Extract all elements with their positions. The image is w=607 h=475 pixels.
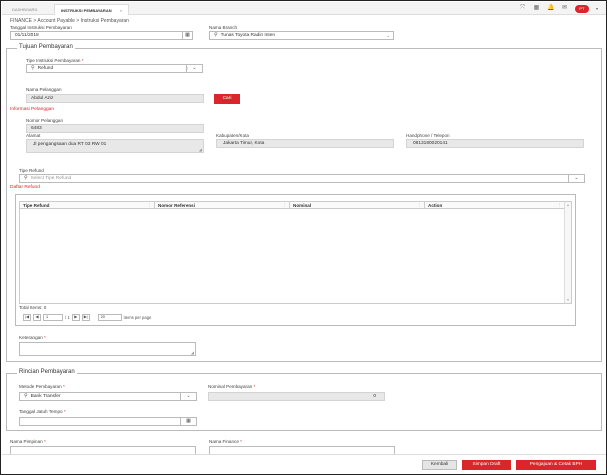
tipe-label: Tipe Instruksi Pembayaran * [26,58,84,63]
grid-header: Tipe Refund ⋮ Nomor Referensi ⋮ Nominal ⋮ A… [20,202,564,209]
resize-icon: ◢ [190,350,194,355]
alamat-value: Jl pengangsaan dua RT 03 RW 01 [33,142,107,147]
alamat-field: Jl pengangsaan dua RT 03 RW 01 ◢ [26,139,204,153]
calendar-icon[interactable]: ▦ [180,418,196,425]
filter-icon[interactable]: ⋮ [283,202,287,209]
metode-select[interactable]: ⚲ Bank Transfer ⌄ [19,392,197,401]
informasi-pelanggan-title: Informasi Pelanggan [10,107,54,112]
chevron-down-icon[interactable]: ⌄ [568,175,584,182]
items-per-page-label: items per page [123,314,152,320]
branch-label: Nama Branch [209,25,238,30]
finance-label: Nama Finance * [209,439,242,444]
tab-dashboard-label: DASHBOARD [12,7,38,12]
simpan-draft-button[interactable]: Simpan Draft [462,460,511,470]
chevron-down-icon[interactable]: ⌄ [186,65,202,72]
branch-value: Tunas Toyota Radin Inten [220,33,276,38]
tujuan-legend: Tujuan Pembayaran [17,44,75,50]
search-icon: ⚲ [31,65,35,71]
column-tipe-refund[interactable]: Tipe Refund ⋮ [20,202,155,209]
grid-scrollbar[interactable]: ▴ ▾ [564,202,571,303]
top-bar: DASHBOARD INSTRUKSI PEMBAYARAN × ⤧ ▦ 🔔 ✉ … [2,2,606,15]
search-icon: ⚲ [24,393,28,399]
kabupaten-field: Jakarta Timur, Kota [216,139,394,148]
pengajuan-cetak-button[interactable]: Pengajuan & Cetak BPH [516,460,596,470]
cari-button[interactable]: Cari [214,94,240,104]
tab-instruksi-pembayaran[interactable]: INSTRUKSI PEMBAYARAN × [54,4,129,15]
next-page-button[interactable]: ▶ [71,313,80,321]
column-action[interactable]: Action ⋮ [425,202,564,209]
avatar[interactable]: PT [574,4,589,13]
scroll-up-icon[interactable]: ▴ [565,203,571,207]
breadcrumb: FINANCE > Account Payable > Instruksi Pe… [10,18,129,24]
nomor-field: 6483 [26,124,204,133]
pelanggan-field: Abdul Aziz [26,94,204,103]
kabupaten-label: Kabupaten/Kota [216,133,249,138]
mail-icon[interactable]: ✉ [561,5,568,12]
prev-page-button[interactable]: ◀ [33,313,41,321]
pager: |◀ ◀ 1 / 1 ▶ ▶| 20 items per page [23,312,151,322]
calendar-icon[interactable]: ▦ [182,32,192,39]
chevron-down-icon[interactable]: ▾ [596,6,598,11]
nomor-label: Nomor Pelanggan [26,118,64,123]
tipe-value: Refund [37,66,54,71]
tab-label: INSTRUKSI PEMBAYARAN [61,8,112,13]
top-icons: ⤧ ▦ 🔔 ✉ PT ▾ [519,3,598,14]
tanggal-field[interactable]: 01/11/2018 ▦ [10,31,193,40]
metode-value: Bank Transfer [30,394,61,399]
jatuh-tempo-field[interactable]: ▦ [19,417,197,426]
jatuh-tempo-label: Tanggal Jatuh Tempo * [19,409,66,414]
daftar-refund-title: Daftar Refund [10,185,40,190]
pelanggan-label: Nama Pelanggan [26,87,62,92]
page-size-select[interactable]: 20 [97,313,122,321]
pimpinan-label: Nama Pimpinan * [10,439,46,444]
page-input[interactable]: 1 [43,313,63,321]
kembali-button[interactable]: Kembali [422,460,457,470]
chevron-down-icon[interactable]: ⌄ [180,393,196,400]
resize-icon: ◢ [198,147,202,152]
grid-icon[interactable]: ▦ [533,5,540,12]
footer-divider [2,454,606,455]
column-nomor-referensi[interactable]: Nomor Referensi ⋮ [155,202,290,209]
tanggal-label: Tanggal Instruksi Pembayaran [10,25,72,30]
filter-icon[interactable]: ⋮ [418,202,422,209]
tanggal-value: 01/11/2018 [15,33,39,38]
nominal-label: Nominal Pembayaran * [208,384,256,389]
tipe-instruksi-select[interactable]: ⚲ Refund × ⌄ [26,64,203,73]
column-nominal[interactable]: Nominal ⋮ [290,202,425,209]
filter-icon[interactable]: ⋮ [148,202,152,209]
tab-dashboard[interactable]: DASHBOARD [6,4,43,15]
last-page-button[interactable]: ▶| [81,313,90,321]
filter-icon[interactable]: ⋮ [558,202,562,209]
first-page-button[interactable]: |◀ [23,313,31,321]
page-count: / 1 [65,314,70,320]
rincian-legend: Rincian Pembayaran [17,369,77,375]
handphone-label: Handphone / Telepon [406,133,450,138]
search-icon: ⚲ [24,175,28,181]
tipe-refund-label: Tipe Refund [19,168,44,173]
nominal-field: 0 [208,392,385,401]
keterangan-label: Keterangan * [19,335,46,340]
tipe-refund-placeholder: Select Tipe Refund [30,176,72,181]
scroll-down-icon[interactable]: ▾ [565,298,571,302]
refund-grid: Tipe Refund ⋮ Nomor Referensi ⋮ Nominal ⋮ A… [19,201,572,304]
handphone-field: 0813180020141 [406,139,584,148]
metode-label: Metode Pembayaran * [19,384,65,389]
app-window: DASHBOARD INSTRUKSI PEMBAYARAN × ⤧ ▦ 🔔 ✉ … [0,0,607,475]
total-items: Total Items: 0 [19,305,47,310]
keterangan-field[interactable]: ◢ [19,342,196,356]
chevron-down-icon: ⌄ [386,33,390,38]
search-icon: ⚲ [214,32,218,38]
alamat-label: Alamat [26,133,41,138]
expand-icon[interactable]: ⤧ [519,5,526,12]
close-tab-icon[interactable]: × [120,8,122,13]
tipe-refund-select[interactable]: ⚲ Select Tipe Refund ⌄ [19,174,585,183]
bell-icon[interactable]: 🔔 [547,5,554,12]
branch-select[interactable]: ⚲ Tunas Toyota Radin Inten ⌄ [209,31,394,40]
